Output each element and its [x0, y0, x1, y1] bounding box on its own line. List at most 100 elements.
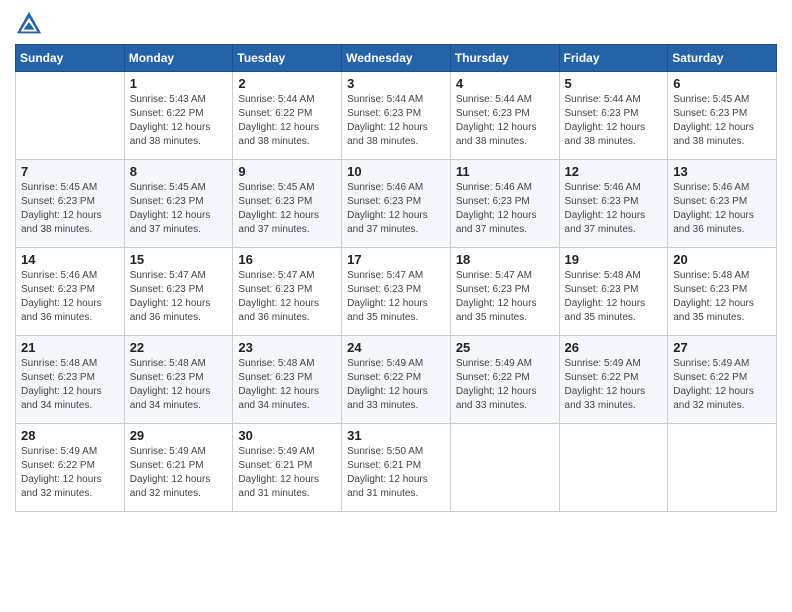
calendar-table: SundayMondayTuesdayWednesdayThursdayFrid… — [15, 44, 777, 512]
day-detail: Sunrise: 5:47 AM Sunset: 6:23 PM Dayligh… — [238, 269, 336, 325]
day-number: 26 — [565, 340, 663, 355]
calendar-cell — [450, 424, 559, 512]
day-detail: Sunrise: 5:45 AM Sunset: 6:23 PM Dayligh… — [238, 181, 336, 237]
calendar-cell: 22 Sunrise: 5:48 AM Sunset: 6:23 PM Dayli… — [124, 336, 233, 424]
day-detail: Sunrise: 5:44 AM Sunset: 6:23 PM Dayligh… — [456, 93, 554, 149]
weekday-header-saturday: Saturday — [668, 45, 777, 72]
weekday-header-sunday: Sunday — [16, 45, 125, 72]
calendar-cell: 14 Sunrise: 5:46 AM Sunset: 6:23 PM Dayli… — [16, 248, 125, 336]
day-detail: Sunrise: 5:45 AM Sunset: 6:23 PM Dayligh… — [21, 181, 119, 237]
weekday-header-tuesday: Tuesday — [233, 45, 342, 72]
calendar-cell: 9 Sunrise: 5:45 AM Sunset: 6:23 PM Daylig… — [233, 160, 342, 248]
day-number: 19 — [565, 252, 663, 267]
header — [15, 10, 777, 38]
day-detail: Sunrise: 5:49 AM Sunset: 6:22 PM Dayligh… — [673, 357, 771, 413]
calendar-cell: 3 Sunrise: 5:44 AM Sunset: 6:23 PM Daylig… — [342, 72, 451, 160]
day-detail: Sunrise: 5:47 AM Sunset: 6:23 PM Dayligh… — [130, 269, 228, 325]
calendar-cell: 10Sunrise: 5:46 AM Sunset: 6:23 PM Dayli… — [342, 160, 451, 248]
calendar-cell — [668, 424, 777, 512]
day-detail: Sunrise: 5:46 AM Sunset: 6:23 PM Dayligh… — [347, 181, 445, 237]
calendar-cell: 7 Sunrise: 5:45 AM Sunset: 6:23 PM Daylig… — [16, 160, 125, 248]
day-detail: Sunrise: 5:44 AM Sunset: 6:23 PM Dayligh… — [347, 93, 445, 149]
calendar-cell: 15 Sunrise: 5:47 AM Sunset: 6:23 PM Dayli… — [124, 248, 233, 336]
day-number: 8 — [130, 164, 228, 179]
calendar-cell: 4 Sunrise: 5:44 AM Sunset: 6:23 PM Daylig… — [450, 72, 559, 160]
weekday-header-friday: Friday — [559, 45, 668, 72]
week-row-2: 7 Sunrise: 5:45 AM Sunset: 6:23 PM Daylig… — [16, 160, 777, 248]
day-number: 15 — [130, 252, 228, 267]
day-number: 22 — [130, 340, 228, 355]
calendar-cell: 25Sunrise: 5:49 AM Sunset: 6:22 PM Dayli… — [450, 336, 559, 424]
calendar-cell: 21 Sunrise: 5:48 AM Sunset: 6:23 PM Dayli… — [16, 336, 125, 424]
day-number: 5 — [565, 76, 663, 91]
weekday-header-monday: Monday — [124, 45, 233, 72]
calendar-cell — [16, 72, 125, 160]
day-detail: Sunrise: 5:47 AM Sunset: 6:23 PM Dayligh… — [347, 269, 445, 325]
calendar-cell: 19 Sunrise: 5:48 AM Sunset: 6:23 PM Dayli… — [559, 248, 668, 336]
day-number: 11 — [456, 164, 554, 179]
day-number: 18 — [456, 252, 554, 267]
calendar-cell: 16Sunrise: 5:47 AM Sunset: 6:23 PM Dayli… — [233, 248, 342, 336]
week-row-1: 1 Sunrise: 5:43 AM Sunset: 6:22 PM Daylig… — [16, 72, 777, 160]
week-row-4: 21 Sunrise: 5:48 AM Sunset: 6:23 PM Dayli… — [16, 336, 777, 424]
calendar-cell: 18Sunrise: 5:47 AM Sunset: 6:23 PM Dayli… — [450, 248, 559, 336]
day-detail: Sunrise: 5:43 AM Sunset: 6:22 PM Dayligh… — [130, 93, 228, 149]
week-row-5: 28 Sunrise: 5:49 AM Sunset: 6:22 PM Dayli… — [16, 424, 777, 512]
logo — [15, 10, 47, 38]
day-detail: Sunrise: 5:50 AM Sunset: 6:21 PM Dayligh… — [347, 445, 445, 501]
day-number: 9 — [238, 164, 336, 179]
week-row-3: 14 Sunrise: 5:46 AM Sunset: 6:23 PM Dayli… — [16, 248, 777, 336]
day-detail: Sunrise: 5:44 AM Sunset: 6:23 PM Dayligh… — [565, 93, 663, 149]
calendar-cell: 12 Sunrise: 5:46 AM Sunset: 6:23 PM Dayli… — [559, 160, 668, 248]
calendar-cell: 8Sunrise: 5:45 AM Sunset: 6:23 PM Daylig… — [124, 160, 233, 248]
day-detail: Sunrise: 5:44 AM Sunset: 6:22 PM Dayligh… — [238, 93, 336, 149]
day-number: 3 — [347, 76, 445, 91]
calendar-cell: 30 Sunrise: 5:49 AM Sunset: 6:21 PM Dayli… — [233, 424, 342, 512]
day-number: 20 — [673, 252, 771, 267]
day-number: 13 — [673, 164, 771, 179]
day-detail: Sunrise: 5:48 AM Sunset: 6:23 PM Dayligh… — [238, 357, 336, 413]
day-detail: Sunrise: 5:45 AM Sunset: 6:23 PM Dayligh… — [673, 93, 771, 149]
calendar-cell: 28 Sunrise: 5:49 AM Sunset: 6:22 PM Dayli… — [16, 424, 125, 512]
day-number: 17 — [347, 252, 445, 267]
day-detail: Sunrise: 5:49 AM Sunset: 6:21 PM Dayligh… — [238, 445, 336, 501]
calendar-cell: 6Sunrise: 5:45 AM Sunset: 6:23 PM Daylig… — [668, 72, 777, 160]
day-number: 29 — [130, 428, 228, 443]
day-detail: Sunrise: 5:48 AM Sunset: 6:23 PM Dayligh… — [565, 269, 663, 325]
day-number: 1 — [130, 76, 228, 91]
day-number: 2 — [238, 76, 336, 91]
day-detail: Sunrise: 5:48 AM Sunset: 6:23 PM Dayligh… — [21, 357, 119, 413]
calendar-cell: 2 Sunrise: 5:44 AM Sunset: 6:22 PM Daylig… — [233, 72, 342, 160]
day-detail: Sunrise: 5:46 AM Sunset: 6:23 PM Dayligh… — [456, 181, 554, 237]
day-detail: Sunrise: 5:49 AM Sunset: 6:22 PM Dayligh… — [565, 357, 663, 413]
day-number: 7 — [21, 164, 119, 179]
calendar-cell: 5 Sunrise: 5:44 AM Sunset: 6:23 PM Daylig… — [559, 72, 668, 160]
day-detail: Sunrise: 5:49 AM Sunset: 6:21 PM Dayligh… — [130, 445, 228, 501]
calendar-cell: 23Sunrise: 5:48 AM Sunset: 6:23 PM Dayli… — [233, 336, 342, 424]
day-number: 21 — [21, 340, 119, 355]
weekday-header-thursday: Thursday — [450, 45, 559, 72]
day-number: 31 — [347, 428, 445, 443]
calendar-cell: 11 Sunrise: 5:46 AM Sunset: 6:23 PM Dayli… — [450, 160, 559, 248]
calendar-cell: 27 Sunrise: 5:49 AM Sunset: 6:22 PM Dayli… — [668, 336, 777, 424]
day-detail: Sunrise: 5:49 AM Sunset: 6:22 PM Dayligh… — [456, 357, 554, 413]
day-number: 27 — [673, 340, 771, 355]
calendar-cell: 13Sunrise: 5:46 AM Sunset: 6:23 PM Dayli… — [668, 160, 777, 248]
page-container: SundayMondayTuesdayWednesdayThursdayFrid… — [15, 10, 777, 512]
day-number: 30 — [238, 428, 336, 443]
calendar-cell: 31 Sunrise: 5:50 AM Sunset: 6:21 PM Dayli… — [342, 424, 451, 512]
day-detail: Sunrise: 5:46 AM Sunset: 6:23 PM Dayligh… — [21, 269, 119, 325]
calendar-cell — [559, 424, 668, 512]
logo-icon — [15, 10, 43, 38]
day-detail: Sunrise: 5:49 AM Sunset: 6:22 PM Dayligh… — [21, 445, 119, 501]
calendar-cell: 26 Sunrise: 5:49 AM Sunset: 6:22 PM Dayli… — [559, 336, 668, 424]
day-number: 28 — [21, 428, 119, 443]
day-detail: Sunrise: 5:46 AM Sunset: 6:23 PM Dayligh… — [565, 181, 663, 237]
day-detail: Sunrise: 5:48 AM Sunset: 6:23 PM Dayligh… — [130, 357, 228, 413]
day-number: 12 — [565, 164, 663, 179]
day-number: 14 — [21, 252, 119, 267]
weekday-header-wednesday: Wednesday — [342, 45, 451, 72]
day-number: 4 — [456, 76, 554, 91]
weekday-header-row: SundayMondayTuesdayWednesdayThursdayFrid… — [16, 45, 777, 72]
calendar-cell: 20Sunrise: 5:48 AM Sunset: 6:23 PM Dayli… — [668, 248, 777, 336]
